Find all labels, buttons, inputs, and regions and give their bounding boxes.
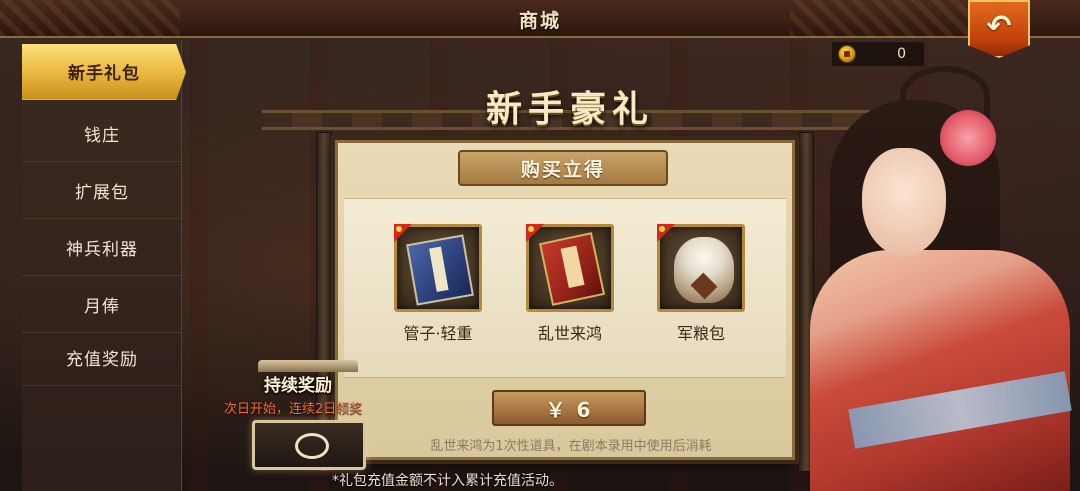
corner-badge-icon bbox=[526, 224, 544, 242]
reward-item-label: 管子·轻重 bbox=[403, 324, 473, 343]
portrait-body bbox=[810, 250, 1070, 491]
reward-slot bbox=[657, 224, 745, 312]
flower-ornament-icon bbox=[940, 110, 996, 166]
corner-badge-icon bbox=[657, 224, 675, 242]
sidebar-item-newbie-pack[interactable]: 新手礼包 bbox=[22, 44, 186, 100]
portrait-face bbox=[862, 148, 946, 256]
grain-sack-icon bbox=[674, 237, 734, 303]
sidebar-item-label: 月俸 bbox=[84, 297, 120, 317]
reward-item-luanshi[interactable]: 乱世来鸿 bbox=[524, 224, 616, 344]
continuous-reward-subtitle: 次日开始，连续2日领奖 bbox=[224, 402, 363, 417]
shop-sidebar: 新手礼包 钱庄 扩展包 神兵利器 月俸 充值奖励 bbox=[22, 40, 186, 491]
gift-banner-title: 新手豪礼 bbox=[485, 88, 654, 130]
corner-badge-icon bbox=[394, 224, 412, 242]
reward-item-guanzi[interactable]: 管子·轻重 bbox=[392, 224, 484, 344]
gift-frame-header: 购买立得 bbox=[458, 150, 668, 186]
sidebar-item-label: 新手礼包 bbox=[68, 64, 140, 84]
top-bar: 商城 bbox=[0, 0, 1080, 38]
footer-note: *礼包充值金额不计入累计充值活动。 bbox=[332, 473, 563, 489]
continuous-reward-title: 持续奖励 bbox=[264, 376, 332, 396]
sidebar-item-label: 钱庄 bbox=[84, 126, 120, 146]
sidebar-item-label: 扩展包 bbox=[75, 183, 129, 203]
sidebar-item-monthly-salary[interactable]: 月俸 bbox=[22, 277, 182, 333]
sidebar-item-bank[interactable]: 钱庄 bbox=[22, 106, 182, 162]
sidebar-item-weapons[interactable]: 神兵利器 bbox=[22, 220, 182, 276]
sidebar-item-recharge-rewards[interactable]: 充值奖励 bbox=[22, 330, 182, 386]
reward-item-label: 乱世来鸿 bbox=[537, 324, 602, 343]
reward-slot bbox=[526, 224, 614, 312]
page-title: 商城 bbox=[518, 10, 561, 32]
reward-slot bbox=[394, 224, 482, 312]
reward-item-label: 军粮包 bbox=[676, 324, 725, 343]
gift-note: 乱世来鸿为1次性道具，在剧本录用中使用后消耗 bbox=[430, 439, 712, 454]
character-portrait bbox=[790, 60, 1080, 491]
blue-book-icon bbox=[406, 234, 474, 306]
red-book-icon bbox=[538, 232, 606, 306]
sidebar-item-label: 神兵利器 bbox=[66, 240, 138, 260]
sidebar-item-label: 充值奖励 bbox=[66, 350, 138, 370]
return-arrow-icon: ↶ bbox=[986, 8, 1012, 44]
sidebar-item-expansion-pack[interactable]: 扩展包 bbox=[22, 163, 182, 219]
buy-price-button[interactable]: ￥ 6 bbox=[492, 390, 646, 426]
treasure-chest-icon[interactable] bbox=[252, 420, 366, 470]
reward-item-grain[interactable]: 军粮包 bbox=[655, 224, 747, 344]
